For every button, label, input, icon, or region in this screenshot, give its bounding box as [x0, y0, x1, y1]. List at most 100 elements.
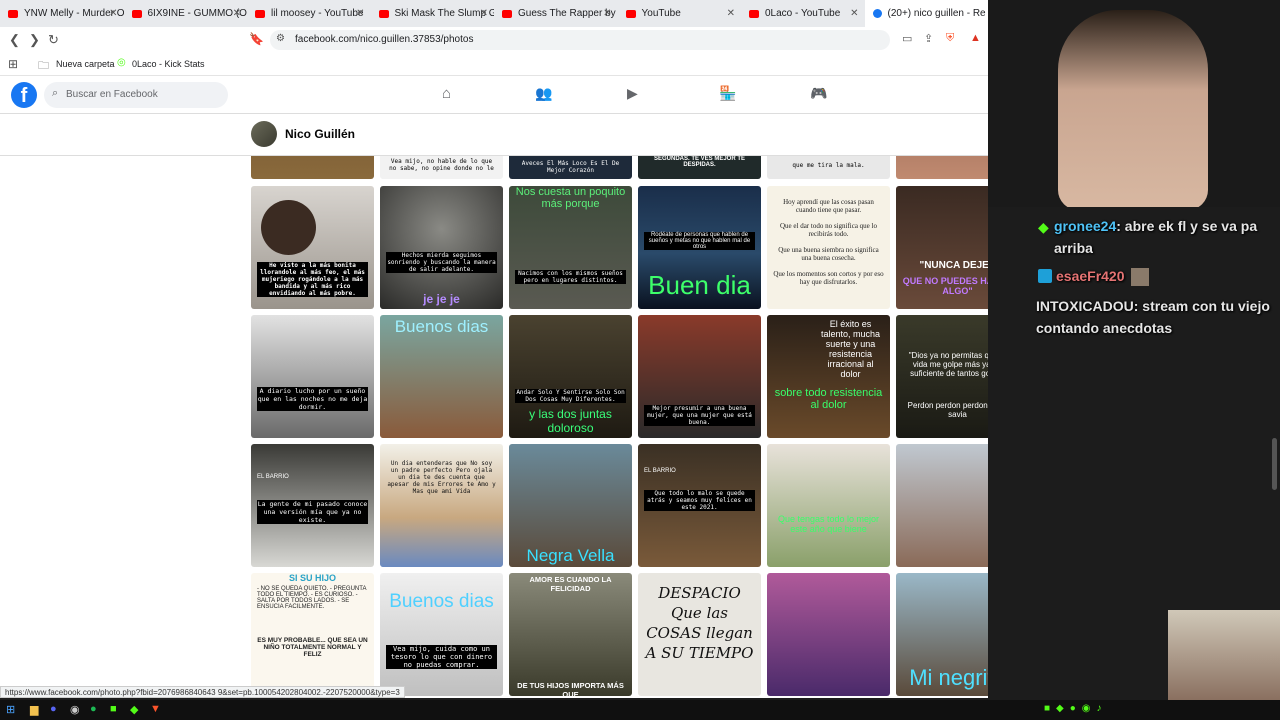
photo-thumbnail[interactable]: Nos cuesta un poquito más porque Nacimos… [509, 186, 632, 309]
close-icon[interactable]: ✕ [480, 8, 488, 19]
address-bar[interactable]: ⚙ facebook.com/nico.guillen.37853/photos [270, 30, 890, 50]
close-icon[interactable]: ✕ [356, 8, 364, 19]
photo-thumbnail[interactable]: DESPACIO Que las COSAS llegan A SU TIEMP… [638, 573, 761, 696]
photo-thumbnail[interactable]: He visto a la más bonita llorandole al m… [251, 186, 374, 309]
browser-tab[interactable]: YNW Melly - Murder On M✕ [0, 0, 124, 27]
close-icon[interactable]: ✕ [850, 8, 858, 19]
photo-thumbnail[interactable]: AMOR ES CUANDO LA FELICIDAD DE TUS HIJOS… [509, 573, 632, 696]
brave-rewards-icon[interactable]: ▲ [970, 32, 981, 44]
apps-icon[interactable]: ⊞ [8, 57, 18, 71]
close-icon[interactable]: ✕ [727, 8, 735, 19]
photo-thumbnail[interactable]: Vea mijo, no hable de lo que no sabe, no… [380, 156, 503, 179]
reload-icon[interactable]: ↻ [48, 32, 59, 48]
forward-icon[interactable]: ❯ [29, 32, 40, 48]
facebook-logo-icon[interactable]: f [11, 82, 37, 108]
browser-tab[interactable]: Guess The Rapper by Emo✕ [494, 0, 618, 27]
photo-thumbnail[interactable]: Hechos mierda seguimos sonriendo y busca… [380, 186, 503, 309]
photo-thumbnail[interactable]: Hoy aprendí que las cosas pasan cuando t… [767, 186, 890, 309]
chat-message: esaeFr420 [1056, 265, 1276, 287]
photo-thumbnail[interactable]: EL BARRIO La gente de mi pasado conoce u… [251, 444, 374, 567]
handcam-overlay [1168, 610, 1280, 700]
bookmark-link[interactable]: 0Laco - Kick Stats [132, 59, 205, 69]
home-icon[interactable]: ⌂ [442, 85, 451, 102]
photo-thumbnail[interactable]: Mi negrita [896, 573, 988, 696]
site-info-icon[interactable]: ⚙ [276, 33, 285, 44]
youtube-icon [625, 9, 636, 18]
browser-tab-active[interactable]: (20+) nico guillen - Re [864, 0, 988, 27]
close-icon[interactable]: ✕ [233, 8, 241, 19]
photos-grid: Vea mijo, no hable de lo que no sabe, no… [0, 156, 988, 698]
browser-tab[interactable]: YouTube ✕ [618, 0, 742, 27]
photo-thumbnail[interactable]: SI SU HIJO - NO SE QUEDA QUIETO. - PREGU… [251, 573, 374, 696]
photo-thumbnail[interactable]: Un dia entenderas que No soy un padre pe… [380, 444, 503, 567]
photo-thumbnail[interactable]: A diario lucho por un sueño que en las n… [251, 315, 374, 438]
photo-thumbnail[interactable] [767, 573, 890, 696]
photo-thumbnail[interactable]: "NUNCA DEJES QUE NO PUEDES HACER ALGO" [896, 186, 988, 309]
avatar[interactable] [251, 121, 277, 147]
photo-thumbnail[interactable]: Aveces El Más Loco Es El De Mejor Corazó… [509, 156, 632, 179]
discord-icon[interactable]: ● [50, 703, 57, 715]
brave-icon[interactable]: ▼ [150, 703, 161, 715]
photo-thumbnail[interactable]: Andar Solo Y Sentirse Solo Son Dos Cosas… [509, 315, 632, 438]
bookmark-icon[interactable]: 🔖 [249, 32, 264, 46]
bookmarks-bar: ⊞ 🗀 Nueva carpeta ◎ 0Laco - Kick Stats [0, 53, 988, 76]
browser-tab[interactable]: Ski Mask The Slump God✕ [371, 0, 494, 27]
browser-tab[interactable]: 0Laco - YouTube ✕ [741, 0, 865, 27]
marketplace-icon[interactable]: 🏪 [719, 85, 736, 102]
watch-icon[interactable]: ▶ [627, 85, 638, 102]
chat-username: esaeFr420 [1056, 268, 1125, 284]
emote-icon [1130, 268, 1149, 287]
webcam-overlay [988, 0, 1280, 207]
browser-tab[interactable]: 6IX9INE - GUMMO (OFFIC✕ [124, 0, 247, 27]
photo-thumbnail[interactable] [251, 156, 374, 179]
chat-badge-icon: ◆ [1038, 219, 1049, 235]
profile-header: Nico Guillén [0, 114, 988, 156]
profile-name[interactable]: Nico Guillén [285, 127, 355, 141]
search-icon: ⌕ [52, 87, 59, 99]
obs-icon[interactable]: ◉ [70, 703, 80, 716]
app-icon[interactable]: ◆ [130, 703, 138, 716]
photo-thumbnail[interactable]: "Dios ya no permitas que la vida me golp… [896, 315, 988, 438]
photo-thumbnail[interactable]: El éxito es talento, mucha suerte y una … [767, 315, 890, 438]
spotify-icon[interactable]: ● [90, 703, 97, 715]
link-status-bar: https://www.facebook.com/photo.php?fbid=… [0, 686, 405, 698]
bookmark-folder[interactable]: Nueva carpeta [56, 59, 115, 69]
chat-message: INTOXICADOU: stream con tu viejo contand… [1036, 295, 1276, 339]
kick-icon[interactable]: ■ [110, 703, 117, 715]
chat-badge-icon [1038, 269, 1052, 283]
share-icon[interactable]: ⇪ [924, 32, 933, 45]
photo-thumbnail[interactable]: Buenos dias [380, 315, 503, 438]
browser-tab[interactable]: lil moosey - YouTube ✕ [247, 0, 371, 27]
url-text[interactable]: facebook.com/nico.guillen.37853/photos [295, 34, 473, 45]
photo-thumbnail[interactable]: EL BARRIO Que todo lo malo se quede atrá… [638, 444, 761, 567]
close-icon[interactable]: ✕ [109, 8, 117, 19]
tray-icons[interactable]: ■◆●◉♪ [1044, 703, 1108, 714]
search-input[interactable]: Buscar en Facebook [66, 89, 158, 100]
youtube-icon [8, 9, 18, 18]
back-icon[interactable]: ❮ [9, 32, 20, 48]
photo-thumbnail[interactable]: Que tengas todo lo mejor este año que bi… [767, 444, 890, 567]
youtube-icon [255, 9, 265, 18]
facebook-icon [872, 9, 882, 18]
start-icon[interactable]: ⊞ [6, 703, 15, 716]
friends-icon[interactable]: 👥 [535, 85, 552, 102]
gaming-icon[interactable]: 🎮 [810, 85, 827, 102]
chat-username: gronee24 [1054, 218, 1117, 234]
kick-icon: ◎ [117, 57, 126, 68]
photo-thumbnail[interactable] [896, 156, 988, 179]
explorer-icon[interactable]: ▆ [30, 703, 38, 716]
photo-thumbnail[interactable]: Rodéate de personas que hablen de sueños… [638, 186, 761, 309]
photo-thumbnail[interactable] [896, 444, 988, 567]
photo-thumbnail[interactable]: Mejor presumir a una buena mujer, que un… [638, 315, 761, 438]
photo-thumbnail[interactable]: Buenos dias Vea mijo, cuida como un teso… [380, 573, 503, 696]
youtube-icon [378, 9, 389, 18]
photo-thumbnail[interactable]: SEGUNDAS. TE VES MEJOR TE DESPIDAS. [638, 156, 761, 179]
brave-shield-icon[interactable]: ⛨ [946, 32, 954, 45]
page-scrollbar[interactable] [1272, 438, 1277, 490]
photo-thumbnail[interactable]: que me tira la mala. [767, 156, 890, 179]
photo-thumbnail[interactable]: Negra Vella [509, 444, 632, 567]
search-box[interactable]: ⌕ Buscar en Facebook [44, 82, 228, 108]
close-icon[interactable]: ✕ [603, 8, 611, 19]
cast-icon[interactable]: ▭ [902, 32, 912, 45]
folder-icon: 🗀 [38, 60, 49, 72]
